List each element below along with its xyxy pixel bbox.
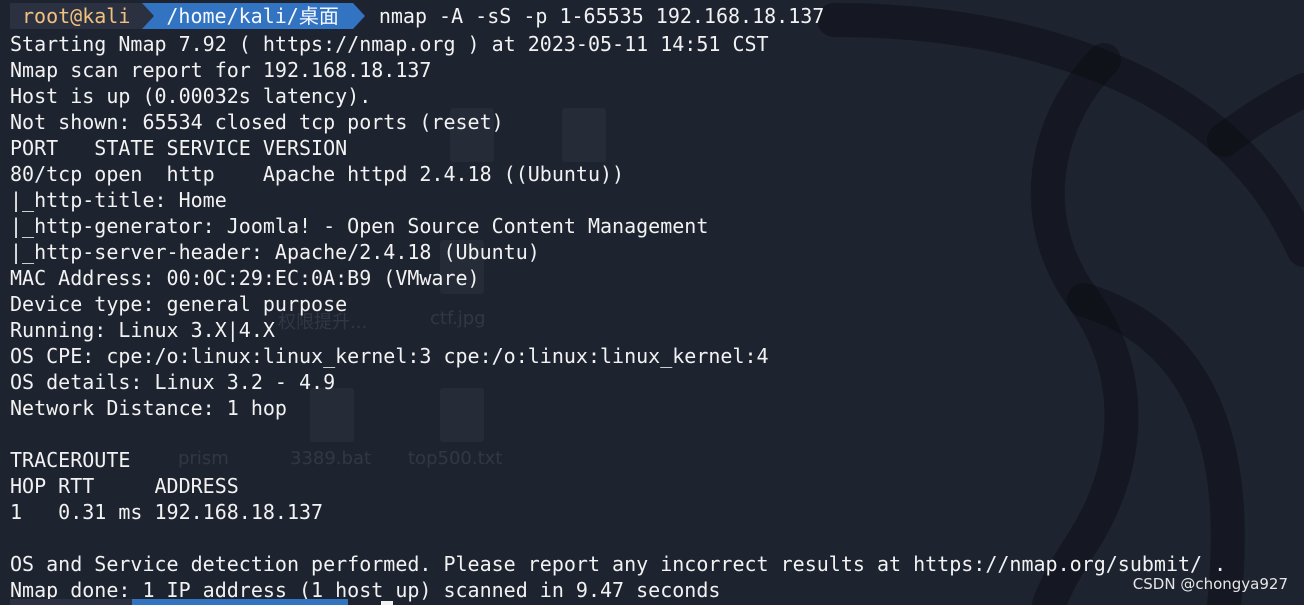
output-line: MAC Address: 00:0C:29:EC:0A:B9 (VMware) (10, 266, 480, 290)
next-shell-prompt (10, 599, 348, 605)
output-line: HOP RTT ADDRESS (10, 474, 239, 498)
output-line: Device type: general purpose (10, 292, 348, 316)
entered-command: nmap -A -sS -p 1-65535 192.168.18.137 (378, 4, 825, 28)
output-line: |_http-title: Home (10, 188, 227, 212)
output-line: Host is up (0.00032s latency). (10, 84, 372, 108)
terminal-window[interactable]: root@kali /home/kali/桌面 nmap -A -sS -p 1… (0, 0, 1304, 605)
output-line: Starting Nmap 7.92 ( https://nmap.org ) … (10, 32, 769, 56)
next-prompt-path-segment (132, 599, 348, 605)
output-line: TRACEROUTE (10, 448, 131, 472)
prompt-user-host: root@kali (10, 3, 143, 29)
output-line: OS CPE: cpe:/o:linux:linux_kernel:3 cpe:… (10, 344, 769, 368)
output-line: Nmap scan report for 192.168.18.137 (10, 58, 432, 82)
output-line: 80/tcp open http Apache httpd 2.4.18 ((U… (10, 162, 625, 186)
output-line: OS details: Linux 3.2 - 4.9 (10, 370, 336, 394)
output-line: OS and Service detection performed. Plea… (10, 552, 1227, 576)
output-line: Network Distance: 1 hop (10, 396, 287, 420)
text-cursor[interactable] (381, 601, 393, 605)
output-line: Not shown: 65534 closed tcp ports (reset… (10, 110, 504, 134)
output-line: |_http-server-header: Apache/2.4.18 (Ubu… (10, 240, 540, 264)
output-line: Running: Linux 3.X|4.X (10, 318, 275, 342)
output-line: PORT STATE SERVICE VERSION (10, 136, 348, 160)
next-prompt-user-segment (10, 599, 132, 605)
prompt-working-directory: /home/kali/桌面 (142, 3, 366, 29)
shell-prompt: root@kali /home/kali/桌面 nmap -A -sS -p 1… (10, 3, 824, 29)
csdn-watermark: CSDN @chongya927 (1132, 575, 1288, 593)
output-line: |_http-generator: Joomla! - Open Source … (10, 214, 709, 238)
output-line: 1 0.31 ms 192.168.18.137 (10, 500, 324, 524)
